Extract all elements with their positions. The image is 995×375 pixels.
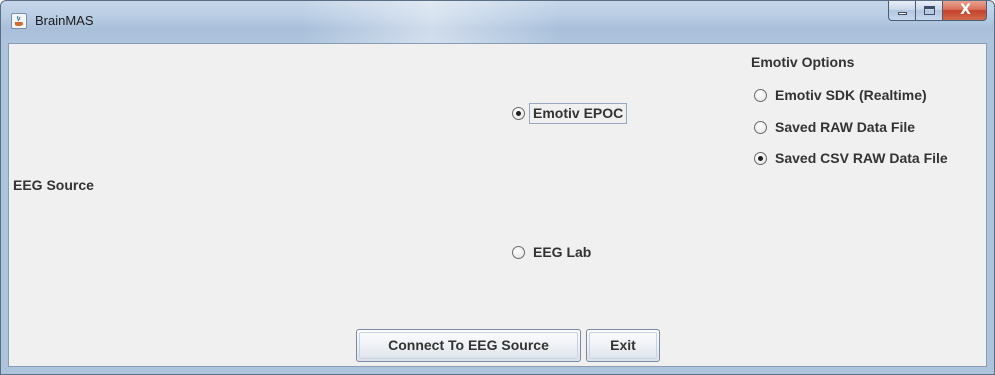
radio-saved-csv-raw[interactable]: Saved CSV RAW Data File: [754, 150, 948, 167]
main-panel: EEG Source Emotiv EPOC EEG Lab Emotiv Op…: [8, 43, 987, 367]
window-title: BrainMAS: [35, 13, 94, 28]
radio-button-icon[interactable]: [512, 246, 525, 259]
radio-label: EEG Lab: [533, 244, 592, 260]
minimize-icon: [898, 12, 907, 15]
radio-emotiv-epoc[interactable]: Emotiv EPOC: [512, 103, 628, 124]
radio-button-icon[interactable]: [754, 89, 767, 102]
maximize-button[interactable]: [915, 1, 942, 21]
title-bar[interactable]: BrainMAS X: [1, 1, 994, 43]
radio-button-icon[interactable]: [754, 152, 767, 165]
radio-label: Emotiv EPOC: [529, 103, 628, 124]
exit-button[interactable]: Exit: [586, 329, 660, 362]
exit-button-label: Exit: [610, 337, 636, 353]
close-icon: X: [960, 2, 971, 18]
emotiv-options-heading: Emotiv Options: [751, 54, 855, 70]
close-button[interactable]: X: [942, 1, 987, 21]
window-controls: X: [888, 1, 987, 23]
radio-saved-raw[interactable]: Saved RAW Data File: [754, 119, 915, 136]
radio-emotiv-sdk[interactable]: Emotiv SDK (Realtime): [754, 87, 927, 104]
radio-label: Saved RAW Data File: [775, 119, 916, 135]
radio-button-icon[interactable]: [512, 107, 525, 120]
minimize-button[interactable]: [888, 1, 915, 21]
radio-button-icon[interactable]: [754, 121, 767, 134]
radio-label: Emotiv SDK (Realtime): [775, 87, 927, 103]
eeg-source-label: EEG Source: [13, 177, 94, 193]
connect-button[interactable]: Connect To EEG Source: [356, 329, 581, 362]
app-window: BrainMAS X EEG Source Emotiv EPOC EEG La…: [0, 0, 995, 375]
connect-button-label: Connect To EEG Source: [388, 337, 549, 353]
maximize-icon: [924, 6, 935, 15]
radio-eeg-lab[interactable]: EEG Lab: [512, 244, 591, 261]
radio-label: Saved CSV RAW Data File: [775, 150, 948, 166]
java-cup-icon[interactable]: [11, 13, 27, 29]
